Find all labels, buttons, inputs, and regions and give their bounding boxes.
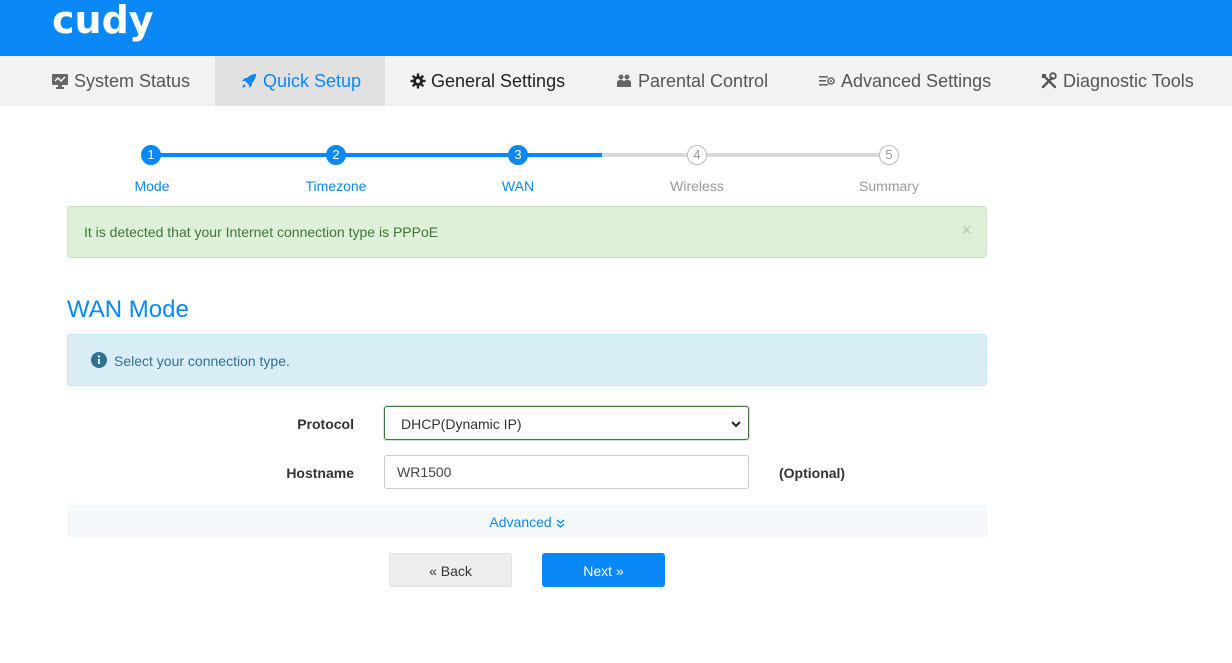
nav-quick-setup[interactable]: Quick Setup (215, 56, 385, 106)
gear-icon (410, 73, 426, 89)
info-icon (91, 352, 107, 368)
setup-stepper: 1 2 3 4 5 Mode Timezone WAN Wireless Sum… (67, 140, 987, 200)
tools-icon (1041, 72, 1057, 89)
back-button[interactable]: « Back (389, 553, 512, 587)
nav-system-status[interactable]: System Status (41, 56, 200, 106)
stepper-progress-line (151, 153, 602, 157)
nav-quick-setup-label: Quick Setup (263, 70, 362, 91)
stepper-remaining-line (602, 153, 889, 157)
next-button[interactable]: Next » (542, 553, 665, 587)
step-2-label: Timezone (305, 178, 367, 194)
protocol-select-value: DHCP(Dynamic IP) (401, 416, 522, 432)
nav-advanced-settings[interactable]: Advanced Settings (808, 56, 1001, 106)
nav-system-status-label: System Status (74, 70, 191, 91)
nav-parental-control-label: Parental Control (638, 70, 769, 91)
nav-diagnostic-tools-label: Diagnostic Tools (1063, 70, 1194, 91)
monitor-icon (52, 74, 68, 89)
users-icon (617, 74, 631, 87)
step-2-circle: 2 (326, 145, 346, 165)
advanced-toggle-label: Advanced (489, 514, 552, 530)
advanced-toggle[interactable]: Advanced (67, 514, 987, 530)
page-title: WAN Mode (67, 296, 189, 323)
main-nav: System Status Quick Setup General Settin… (0, 56, 1232, 106)
advanced-toggle-bar: Advanced (67, 505, 987, 538)
step-3-circle: 3 (508, 145, 528, 165)
nav-parental-control[interactable]: Parental Control (605, 56, 778, 106)
step-1-circle: 1 (141, 145, 161, 165)
step-1-label: Mode (134, 178, 170, 194)
nav-general-settings-label: General Settings (431, 70, 566, 91)
connection-type-info-message: Select your connection type. (114, 353, 290, 369)
hostname-label: Hostname (286, 465, 354, 481)
connection-detected-message: It is detected that your Internet connec… (84, 224, 439, 240)
hostname-input[interactable] (385, 456, 748, 488)
protocol-label: Protocol (297, 416, 354, 432)
double-chevron-down-icon (556, 519, 565, 528)
chevron-down-icon (731, 421, 741, 428)
step-4-circle: 4 (687, 145, 707, 165)
step-3-label: WAN (501, 178, 535, 194)
nav-general-settings[interactable]: General Settings (400, 56, 575, 106)
step-4-label: Wireless (670, 178, 724, 194)
close-icon[interactable]: × (961, 220, 972, 241)
step-5-label: Summary (859, 178, 919, 194)
step-5-circle: 5 (879, 145, 899, 165)
cudy-logo[interactable]: cudy (52, 0, 154, 42)
sliders-icon (819, 76, 835, 86)
hostname-field[interactable] (384, 455, 749, 489)
hostname-optional-hint: (Optional) (779, 465, 846, 481)
nav-diagnostic-tools[interactable]: Diagnostic Tools (1030, 56, 1204, 106)
protocol-select[interactable]: DHCP(Dynamic IP) (384, 406, 749, 440)
connection-detected-alert: It is detected that your Internet connec… (67, 206, 987, 258)
nav-advanced-settings-label: Advanced Settings (841, 70, 992, 91)
header-bar: cudy (0, 0, 1232, 56)
rocket-icon (242, 74, 256, 88)
connection-type-info: Select your connection type. (67, 334, 987, 386)
